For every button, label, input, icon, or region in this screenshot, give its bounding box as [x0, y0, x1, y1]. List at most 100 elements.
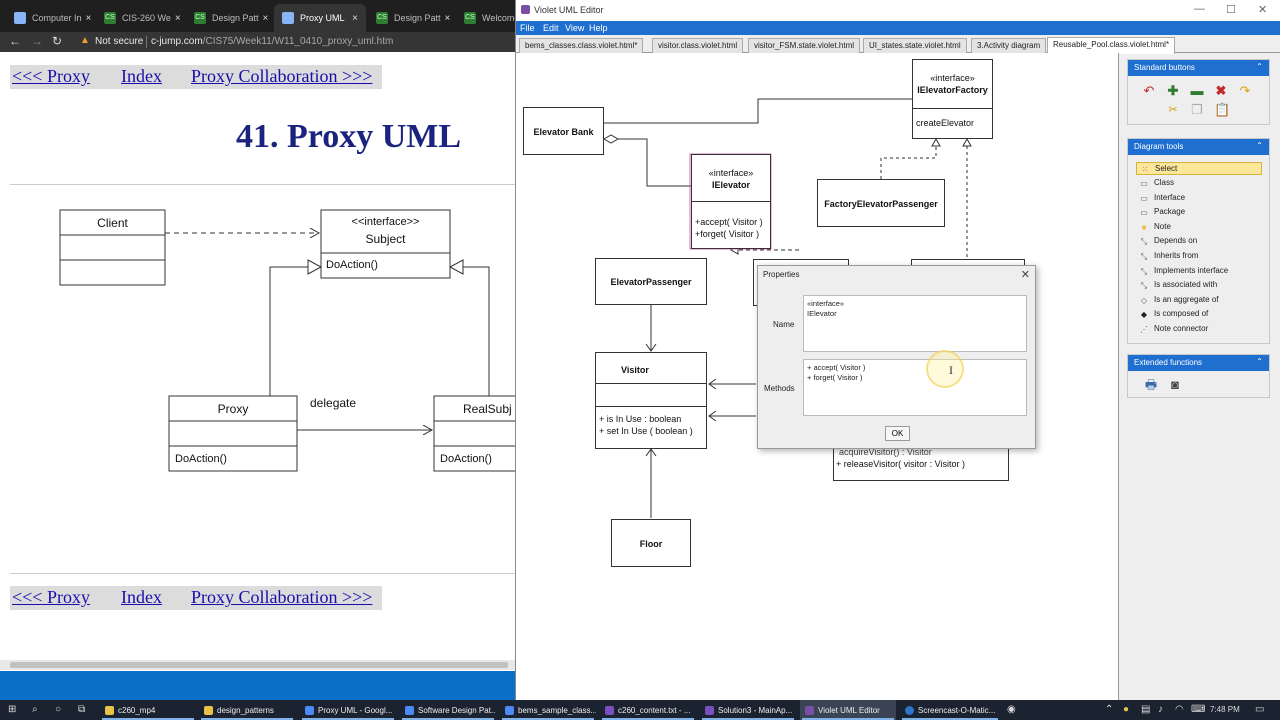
violet-window: Violet UML Editor — ☐ ✕ File Edit View H…: [515, 0, 1280, 700]
tool-note[interactable]: ■ Note: [1136, 221, 1262, 234]
taskbar-item[interactable]: c260_content.txt - ...: [600, 700, 696, 720]
doc-tab[interactable]: visitor_FSM.state.violet.html: [748, 38, 861, 53]
class-elevator-passenger[interactable]: ElevatorPassenger: [595, 258, 707, 305]
tool-interface[interactable]: ▭ Interface: [1136, 192, 1262, 205]
paste-icon[interactable]: 📋: [1214, 103, 1230, 117]
tool-implements-interface[interactable]: ⤡ Implements interface: [1136, 265, 1262, 278]
print-icon[interactable]: 🖶: [1144, 378, 1158, 392]
tool-package[interactable]: ▭ Package: [1136, 206, 1262, 219]
browser-tab[interactable]: CS Design Patt ×: [186, 4, 272, 32]
menu-file[interactable]: File: [520, 23, 535, 33]
class-floor[interactable]: Floor: [611, 519, 691, 567]
taskbar-item[interactable]: design_patterns: [199, 700, 295, 720]
close-icon[interactable]: ✕: [1258, 3, 1267, 16]
close-icon[interactable]: ×: [348, 13, 358, 24]
keyboard-icon[interactable]: ⌨: [1191, 704, 1205, 715]
nav-prev-link[interactable]: <<< Proxy: [12, 66, 90, 87]
taskbar-item[interactable]: Software Design Pat...: [400, 700, 496, 720]
tray-app-icon[interactable]: ●: [1123, 704, 1129, 715]
text-cursor-icon: I: [949, 363, 953, 377]
menu-view[interactable]: View: [565, 23, 584, 33]
menu-help[interactable]: Help: [589, 23, 608, 33]
taskbar-item[interactable]: bems_sample_class...: [500, 700, 596, 720]
client-label: Client: [97, 216, 128, 230]
doc-tab[interactable]: 3.Activity diagram: [971, 38, 1047, 53]
interface-ielevator-factory[interactable]: «interface» IElevatorFactory createEleva…: [912, 59, 993, 139]
taskbar-item[interactable]: Screencast-O-Matic...: [900, 700, 1000, 720]
search-icon[interactable]: ⌕: [32, 704, 38, 715]
ok-button[interactable]: OK: [885, 426, 910, 441]
reload-icon[interactable]: ↻: [52, 34, 62, 48]
url-input[interactable]: c-jump.com/CIS75/Week11/W11_0410_proxy_u…: [151, 36, 393, 47]
camera-icon[interactable]: ◙: [1168, 378, 1182, 392]
close-icon[interactable]: ×: [82, 13, 92, 24]
doc-tab[interactable]: visitor.class.violet.html: [652, 38, 744, 53]
nav-index-link[interactable]: Index: [121, 587, 162, 608]
windows-start-icon[interactable]: ⊞: [8, 704, 16, 715]
zoom-in-icon[interactable]: ✚: [1166, 84, 1180, 98]
nav-next-link[interactable]: Proxy Collaboration >>>: [191, 66, 372, 87]
network-icon[interactable]: ▤: [1141, 704, 1150, 715]
cortana-icon[interactable]: ○: [55, 704, 61, 715]
browser-tab[interactable]: CS Design Patt ×: [368, 4, 454, 32]
browser-tab-active[interactable]: Proxy UML ×: [274, 4, 366, 32]
cut-icon[interactable]: ✂: [1166, 103, 1180, 117]
class-elevator-bank[interactable]: Elevator Bank: [523, 107, 604, 155]
collapse-icon[interactable]: ⌃: [1256, 62, 1263, 71]
redo-icon[interactable]: ↷: [1238, 84, 1252, 98]
minimize-icon[interactable]: —: [1194, 3, 1205, 15]
tool-class[interactable]: ▭ Class: [1136, 177, 1262, 190]
nav-index-link[interactable]: Index: [121, 66, 162, 87]
name-textarea[interactable]: «interface» IElevator: [803, 295, 1027, 352]
taskbar-item[interactable]: Proxy UML - Googl...: [300, 700, 396, 720]
close-icon[interactable]: ✕: [1021, 268, 1030, 281]
close-icon[interactable]: ×: [171, 13, 181, 24]
volume-icon[interactable]: ♪: [1158, 704, 1163, 715]
tool-select[interactable]: ⁙ Select: [1136, 162, 1262, 175]
horizontal-scrollbar[interactable]: [0, 660, 515, 670]
collapse-icon[interactable]: ⌃: [1256, 357, 1263, 366]
taskbar-item[interactable]: c260_mp4: [100, 700, 196, 720]
browser-tab[interactable]: Computer In ×: [6, 4, 92, 32]
wifi-icon[interactable]: ◠: [1175, 704, 1184, 715]
maximize-icon[interactable]: ☐: [1226, 3, 1236, 16]
diagram-canvas[interactable]: Elevator Bank «interface» IElevatorFacto…: [516, 53, 1119, 700]
copy-icon[interactable]: ❐: [1190, 103, 1204, 117]
menu-edit[interactable]: Edit: [543, 23, 559, 33]
doc-tab-active[interactable]: Reusable_Pool.class.violet.html*: [1047, 37, 1176, 54]
zoom-out-icon[interactable]: ▬: [1190, 84, 1204, 98]
methods-textarea[interactable]: + accept( Visitor ) + forget( Visitor ): [803, 359, 1027, 416]
forward-icon[interactable]: →: [31, 34, 43, 48]
interface-ielevator[interactable]: «interface» IElevator +accept( Visitor )…: [691, 154, 771, 249]
back-icon[interactable]: ←: [9, 34, 21, 48]
tool-note-connector[interactable]: ⋰ Note connector: [1136, 323, 1262, 336]
close-icon[interactable]: ×: [441, 13, 451, 24]
notifications-icon[interactable]: ▭: [1255, 704, 1264, 715]
security-status[interactable]: Not secure: [95, 36, 143, 47]
doc-tab[interactable]: bems_classes.class.violet.html*: [519, 38, 644, 53]
tool-inherits-from[interactable]: ⤡ Inherits from: [1136, 250, 1262, 263]
close-icon[interactable]: ×: [259, 13, 269, 24]
scrollbar-thumb[interactable]: [10, 662, 508, 668]
task-view-icon[interactable]: ⧉: [78, 704, 85, 715]
browser-tab[interactable]: CSWelcome t: [456, 4, 515, 32]
nav-next-link[interactable]: Proxy Collaboration >>>: [191, 587, 372, 608]
tool-composition[interactable]: ◆ Is composed of: [1136, 308, 1262, 321]
taskbar-item[interactable]: Solution3 - MainAp...: [700, 700, 796, 720]
browser-tab[interactable]: CS CIS-260 We ×: [96, 4, 182, 32]
doc-tab[interactable]: UI_states.state.violet.html: [863, 38, 967, 53]
taskbar-item-active[interactable]: Violet UML Editor: [800, 700, 896, 720]
nav-prev-link[interactable]: <<< Proxy: [12, 587, 90, 608]
tool-association[interactable]: ⤡ Is associated with: [1136, 279, 1262, 292]
windows-taskbar: ⊞ ⌕ ○ ⧉ c260_mp4 design_patterns Proxy U…: [0, 700, 1280, 720]
record-icon[interactable]: ◉: [1007, 704, 1016, 715]
undo-icon[interactable]: ↶: [1142, 84, 1156, 98]
class-factory-elevator-passenger[interactable]: FactoryElevatorPassenger: [817, 179, 945, 227]
tool-depends-on[interactable]: ⤡ Depends on: [1136, 235, 1262, 248]
delete-icon[interactable]: ✖: [1214, 84, 1228, 98]
tray-chevron-icon[interactable]: ⌃: [1105, 704, 1113, 715]
clock[interactable]: 7:48 PM: [1210, 705, 1240, 714]
tool-aggregation[interactable]: ◇ Is an aggregate of: [1136, 294, 1262, 307]
collapse-icon[interactable]: ⌃: [1256, 141, 1263, 150]
class-visitor[interactable]: Visitor + is In Use : boolean + set In U…: [595, 352, 707, 449]
